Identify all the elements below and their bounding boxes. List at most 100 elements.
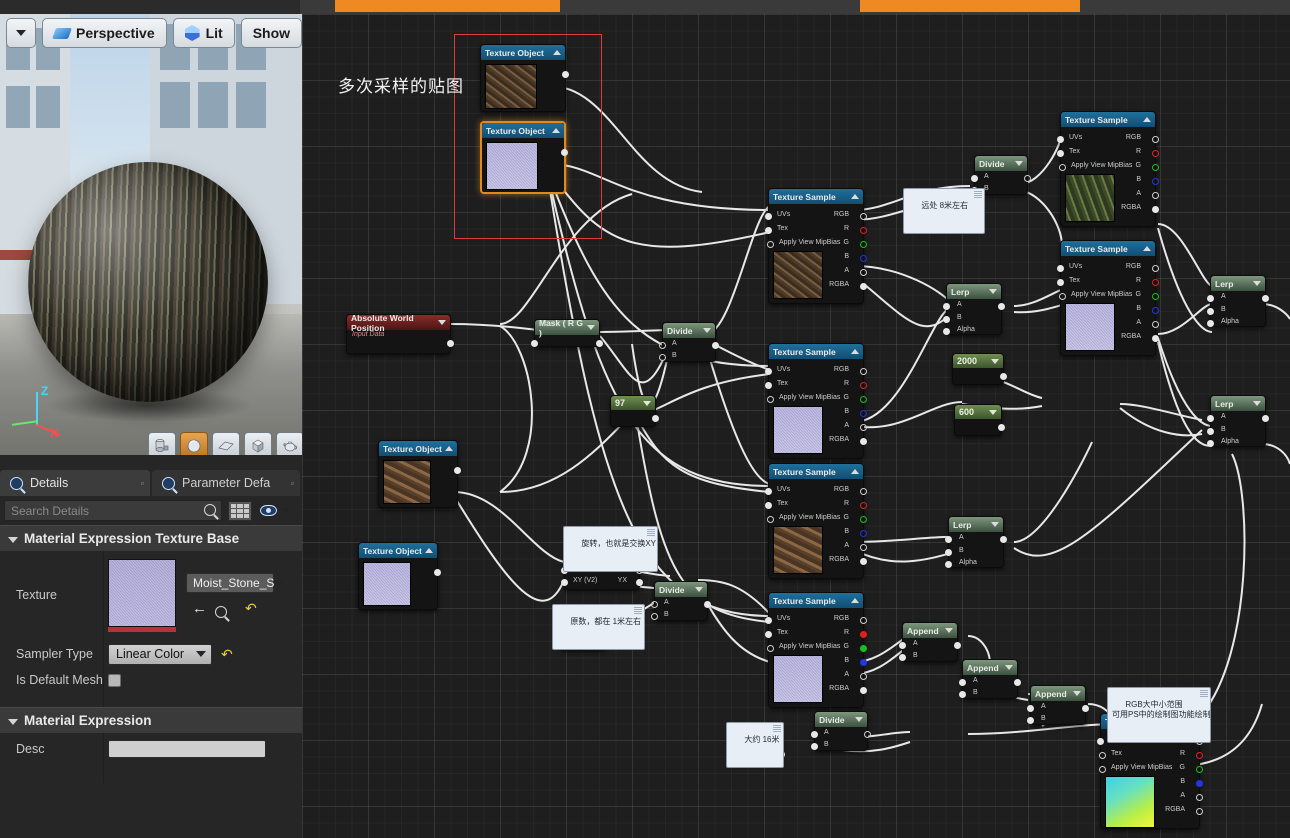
input-pin-tex[interactable]: [1057, 150, 1064, 157]
grid-view-icon[interactable]: [228, 500, 252, 521]
input-pin-b[interactable]: [1207, 428, 1214, 435]
material-preview-viewport[interactable]: Perspective Lit Show Z X: [0, 14, 302, 455]
output-pin-a[interactable]: [860, 673, 867, 680]
output-pin[interactable]: [998, 424, 1005, 431]
chevron-down-icon[interactable]: [281, 507, 291, 514]
output-pin[interactable]: [1000, 536, 1007, 543]
append-node-3[interactable]: Append A B: [1027, 685, 1089, 725]
output-pin-a[interactable]: [1196, 794, 1203, 801]
resize-grip-icon[interactable]: [974, 191, 982, 199]
input-pin-a[interactable]: [659, 342, 666, 349]
output-pin[interactable]: [561, 149, 568, 156]
close-icon[interactable]: ▫: [291, 478, 294, 488]
input-pin-a[interactable]: [899, 642, 906, 649]
chevron-up-icon[interactable]: [425, 548, 433, 553]
output-pin-rgba[interactable]: [860, 687, 867, 694]
use-selected-asset-icon[interactable]: ←: [192, 600, 207, 617]
input-pin-mipbias[interactable]: [1059, 164, 1066, 171]
chevron-up-icon[interactable]: [851, 469, 859, 474]
desc-input[interactable]: [108, 740, 266, 758]
chevron-down-icon[interactable]: [587, 325, 595, 330]
output-pin[interactable]: [652, 415, 659, 422]
input-pin-a[interactable]: [1207, 415, 1214, 422]
texture-sample-node-3[interactable]: Texture Sample UVs Tex Apply View MipBia…: [765, 463, 867, 579]
output-pin-rgba[interactable]: [860, 438, 867, 445]
output-pin-b[interactable]: [1152, 307, 1159, 314]
input-pin-tex[interactable]: [765, 227, 772, 234]
input-pin-b[interactable]: [811, 743, 818, 750]
lerp-node-3[interactable]: Lerp A B Alpha: [1207, 275, 1269, 327]
input-pin-mipbias[interactable]: [767, 516, 774, 523]
output-pin-rgba[interactable]: [860, 283, 867, 290]
texture-object-node-2[interactable]: Texture Object: [480, 121, 568, 194]
sampler-type-dropdown[interactable]: Linear Color: [108, 643, 212, 665]
output-pin-a[interactable]: [1152, 321, 1159, 328]
output-pin-rgb[interactable]: [1152, 265, 1159, 272]
lerp-node-1[interactable]: Lerp A B Alpha: [943, 283, 1005, 335]
chevron-down-icon[interactable]: [1253, 281, 1261, 286]
texture-object-node-4[interactable]: Texture Object: [358, 542, 441, 610]
output-pin-rgb[interactable]: [860, 488, 867, 495]
output-pin-g[interactable]: [860, 516, 867, 523]
output-pin-b[interactable]: [860, 410, 867, 417]
output-pin-r[interactable]: [860, 227, 867, 234]
output-pin-r[interactable]: [860, 502, 867, 509]
input-pin-alpha[interactable]: [1207, 320, 1214, 327]
input-pin-b[interactable]: [959, 691, 966, 698]
is-default-mesh-checkbox[interactable]: [108, 673, 121, 687]
chevron-up-icon[interactable]: [1143, 117, 1151, 122]
texture-asset-picker[interactable]: Moist_Stone_S: [186, 573, 285, 593]
input-pin-tex[interactable]: [765, 502, 772, 509]
comment-rgb-range[interactable]: RGB大中小范围 可用PS中的绘制图功能绘制: [1107, 687, 1211, 743]
input-pin-uvs[interactable]: [765, 617, 772, 624]
output-pin-rgb[interactable]: [1152, 136, 1159, 143]
comment-16m[interactable]: 大约 16米: [726, 722, 784, 768]
texture-sample-node-5[interactable]: Texture Sample UVs Tex Apply View MipBia…: [1057, 111, 1159, 227]
output-pin-g[interactable]: [860, 396, 867, 403]
lerp-node-4[interactable]: Lerp A B Alpha: [1207, 395, 1269, 447]
chevron-down-icon[interactable]: [438, 320, 446, 325]
divide-node-2[interactable]: Divide A B: [651, 581, 711, 621]
texture-sample-node-4[interactable]: Texture Sample UVs Tex Apply View MipBia…: [765, 592, 867, 708]
output-pin-rgba[interactable]: [1196, 808, 1203, 815]
input-pin-alpha[interactable]: [945, 561, 952, 568]
output-pin-r[interactable]: [860, 382, 867, 389]
chevron-down-icon[interactable]: [1015, 161, 1023, 166]
cube-preview-button[interactable]: [244, 432, 272, 455]
resize-grip-icon[interactable]: [634, 607, 642, 615]
eye-visibility-icon[interactable]: [260, 505, 277, 516]
input-pin-mipbias[interactable]: [1099, 766, 1106, 773]
chevron-up-icon[interactable]: [445, 446, 453, 451]
output-pin-r[interactable]: [1196, 752, 1203, 759]
browse-asset-icon[interactable]: [215, 605, 227, 618]
chevron-down-icon[interactable]: [1253, 401, 1261, 406]
input-pin-a[interactable]: [959, 679, 966, 686]
scalar-97[interactable]: 97: [610, 395, 659, 427]
input-pin-uvs[interactable]: [1057, 265, 1064, 272]
output-pin-rgb[interactable]: [860, 368, 867, 375]
output-pin-b[interactable]: [860, 659, 867, 666]
texture-object-node-1[interactable]: Texture Object: [480, 44, 569, 112]
input-pin-tex[interactable]: [765, 382, 772, 389]
sphere-preview-button[interactable]: [180, 432, 208, 455]
output-pin-r[interactable]: [1152, 150, 1159, 157]
input-pin-b[interactable]: [899, 654, 906, 661]
viewport-menu-button[interactable]: [6, 18, 36, 48]
output-pin-g[interactable]: [1152, 293, 1159, 300]
input-pin-tex[interactable]: [1057, 279, 1064, 286]
comment-origin[interactable]: 原数，都在 1米左右: [552, 604, 645, 650]
output-pin-rgb[interactable]: [860, 213, 867, 220]
output-pin-b[interactable]: [1152, 178, 1159, 185]
texture-sample-node-2[interactable]: Texture Sample UVs Tex Apply View MipBia…: [765, 343, 867, 459]
input-pin-a[interactable]: [1207, 295, 1214, 302]
input-pin-b[interactable]: [1207, 308, 1214, 315]
chevron-down-icon[interactable]: [945, 628, 953, 633]
output-pin[interactable]: [998, 303, 1005, 310]
divide-node-1[interactable]: Divide A B: [659, 322, 719, 362]
chevron-up-icon[interactable]: [851, 349, 859, 354]
texture-object-node-3[interactable]: Texture Object: [378, 440, 461, 508]
input-pin-a[interactable]: [811, 731, 818, 738]
output-pin-b[interactable]: [860, 255, 867, 262]
chevron-up-icon[interactable]: [553, 50, 561, 55]
output-pin[interactable]: [1262, 415, 1269, 422]
